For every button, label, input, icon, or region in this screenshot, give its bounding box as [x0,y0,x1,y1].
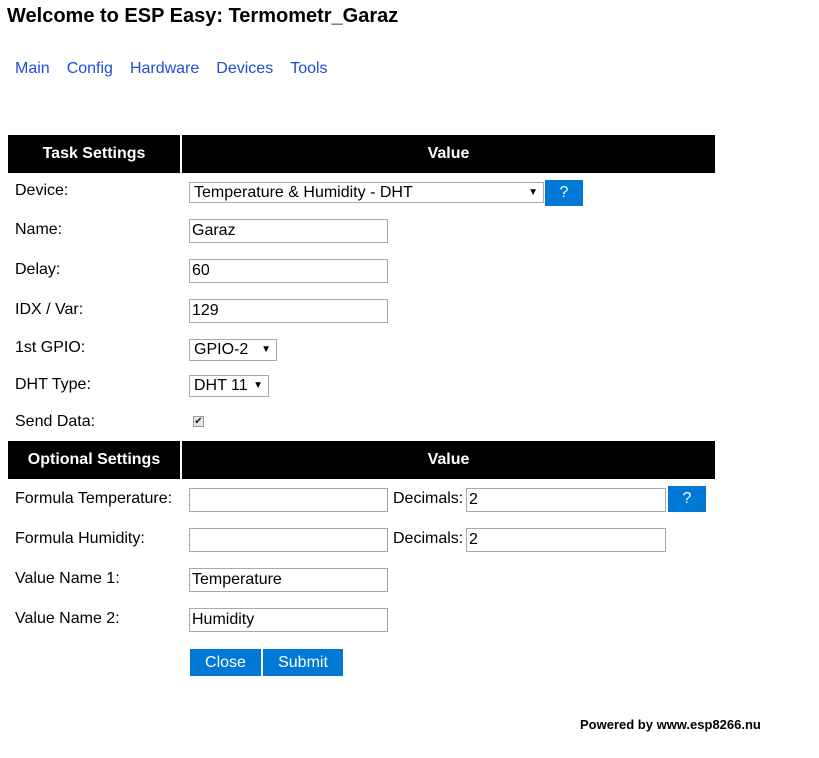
dht-type-select-value: DHT 11 [194,377,248,394]
dropdown-caret-icon: ▼ [261,344,271,355]
humidity-decimals-input[interactable] [466,528,666,552]
formula-humidity-label: Formula Humidity: [15,530,145,547]
nav-tools[interactable]: Tools [290,60,327,78]
optional-settings-heading: Optional Settings [8,441,180,479]
send-data-checkbox[interactable]: ✔ [193,416,204,427]
temperature-decimals-input[interactable] [466,488,666,512]
nav-hardware[interactable]: Hardware [130,60,199,78]
value-name-1-label: Value Name 1: [15,570,120,587]
dht-type-select[interactable]: DHT 11 ▼ [189,375,269,397]
name-label: Name: [15,221,63,238]
dht-type-label: DHT Type: [15,376,91,393]
submit-button[interactable]: Submit [263,649,343,676]
device-label: Device: [15,182,69,199]
gpio-select[interactable]: GPIO-2 ▼ [189,339,277,361]
page-title: Welcome to ESP Easy: Termometr_Garaz [7,5,399,27]
task-settings-header: Task Settings Value [8,135,715,173]
value-name-1-input[interactable] [189,568,388,592]
formula-temperature-label: Formula Temperature: [15,490,173,507]
formula-help-button[interactable]: ? [668,486,706,512]
device-select-value: Temperature & Humidity - DHT [194,183,413,201]
nav-bar: Main Config Hardware Devices Tools [15,60,345,80]
optional-settings-header: Optional Settings Value [8,441,715,479]
idx-input[interactable] [189,299,388,323]
humidity-decimals-label: Decimals: [393,530,464,547]
gpio-label: 1st GPIO: [15,339,86,356]
temperature-decimals-label: Decimals: [393,490,464,507]
task-value-heading: Value [182,135,715,173]
name-input[interactable] [189,219,388,243]
nav-devices[interactable]: Devices [216,60,273,78]
dropdown-caret-icon: ▼ [528,187,538,198]
formula-temperature-input[interactable] [189,488,388,512]
device-select[interactable]: Temperature & Humidity - DHT ▼ [189,182,544,203]
optional-value-heading: Value [182,441,715,479]
task-settings-heading: Task Settings [8,135,180,173]
formula-humidity-input[interactable] [189,528,388,552]
value-name-2-input[interactable] [189,608,388,632]
close-button[interactable]: Close [190,649,261,676]
value-name-2-label: Value Name 2: [15,610,120,627]
delay-input[interactable] [189,259,388,283]
device-help-button[interactable]: ? [545,180,583,206]
idx-label: IDX / Var: [15,301,84,318]
delay-label: Delay: [15,261,61,278]
dropdown-caret-icon: ▼ [253,380,263,391]
check-icon: ✔ [194,416,203,427]
nav-config[interactable]: Config [67,60,113,78]
nav-main[interactable]: Main [15,60,50,78]
powered-by-footer: Powered by www.esp8266.nu [580,717,761,732]
gpio-select-value: GPIO-2 [194,341,249,358]
send-data-label: Send Data: [15,413,96,430]
